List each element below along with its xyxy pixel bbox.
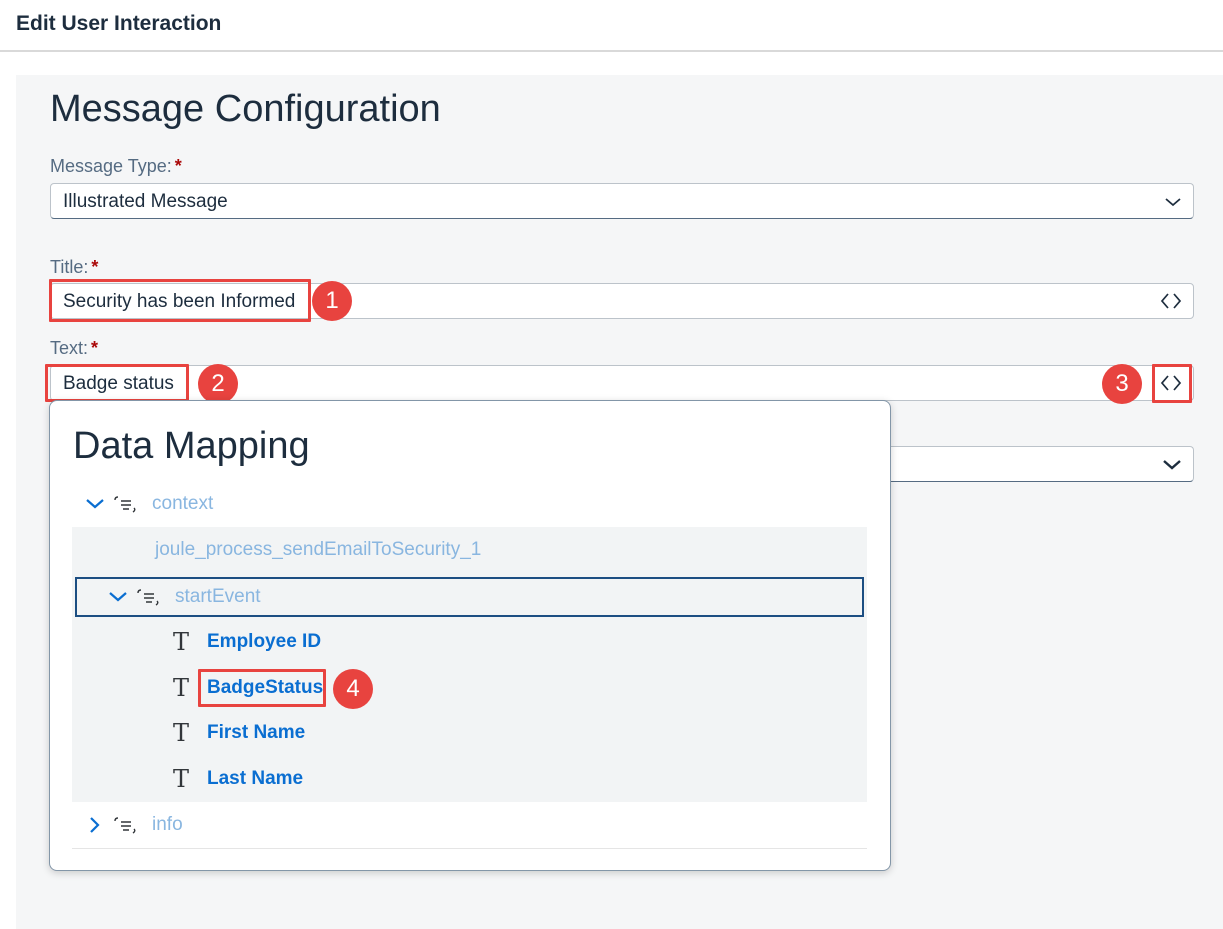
tree-leaf-last-name[interactable]: T Last Name bbox=[173, 756, 303, 802]
required-marker: * bbox=[91, 257, 99, 277]
tree-leaf-first-name[interactable]: T First Name bbox=[173, 710, 305, 756]
hidden-select[interactable] bbox=[880, 446, 1194, 482]
tree-node-start-event[interactable]: startEvent bbox=[107, 574, 261, 620]
callout-badge-2: 2 bbox=[198, 364, 238, 404]
separator bbox=[72, 848, 867, 849]
tree-node-context[interactable]: context bbox=[84, 481, 213, 527]
chevron-down-icon[interactable] bbox=[84, 494, 106, 514]
required-marker: * bbox=[91, 338, 99, 358]
tree-node-label: info bbox=[152, 814, 183, 835]
app-header: Edit User Interaction bbox=[0, 0, 1223, 52]
title-label: Title: * bbox=[50, 257, 99, 277]
tree-leaf-label: First Name bbox=[207, 722, 306, 743]
tree-node-info[interactable]: info bbox=[84, 802, 183, 848]
message-type-label: Message Type: * bbox=[50, 156, 182, 176]
title-data-mapping-button[interactable] bbox=[1155, 286, 1187, 316]
tree-leaf-label: Last Name bbox=[207, 768, 304, 789]
message-type-select[interactable]: Illustrated Message bbox=[50, 183, 1194, 219]
code-brackets-icon bbox=[1160, 293, 1182, 309]
callout-badge-1: 1 bbox=[312, 281, 352, 321]
structure-icon bbox=[114, 817, 136, 834]
structure-icon bbox=[114, 496, 136, 513]
chevron-down-icon bbox=[1165, 198, 1181, 207]
structure-icon bbox=[137, 589, 159, 606]
popover-title: Data Mapping bbox=[73, 425, 310, 467]
section-title: Message Configuration bbox=[50, 88, 441, 130]
callout-highlight-2 bbox=[45, 364, 189, 402]
text-type-icon: T bbox=[173, 719, 190, 747]
text-type-icon: T bbox=[173, 765, 190, 793]
tree-leaf-employee-id[interactable]: T Employee ID bbox=[173, 619, 321, 665]
page-title: Edit User Interaction bbox=[16, 12, 222, 35]
text-type-icon: T bbox=[173, 674, 190, 702]
data-mapping-popover: Data Mapping context joule_process_sendE… bbox=[49, 400, 891, 871]
callout-badge-4: 4 bbox=[333, 669, 373, 709]
callout-highlight-3 bbox=[1152, 364, 1192, 403]
text-label: Text: * bbox=[50, 338, 99, 358]
chevron-down-icon[interactable] bbox=[107, 587, 129, 607]
tree-node-label: joule_process_sendEmailToSecurity_1 bbox=[155, 539, 482, 560]
required-marker: * bbox=[174, 156, 182, 176]
callout-badge-3: 3 bbox=[1102, 364, 1142, 404]
tree-node-label: startEvent bbox=[175, 586, 261, 607]
text-type-icon: T bbox=[173, 628, 190, 656]
callout-highlight-1 bbox=[49, 279, 311, 322]
tree-node-process[interactable]: joule_process_sendEmailToSecurity_1 bbox=[155, 527, 481, 573]
chevron-down-icon bbox=[1163, 460, 1181, 470]
message-type-value: Illustrated Message bbox=[63, 191, 228, 212]
callout-highlight-4 bbox=[198, 669, 326, 707]
tree-node-label: context bbox=[152, 493, 214, 514]
chevron-right-icon[interactable] bbox=[84, 815, 106, 835]
tree-leaf-label: Employee ID bbox=[207, 631, 322, 652]
